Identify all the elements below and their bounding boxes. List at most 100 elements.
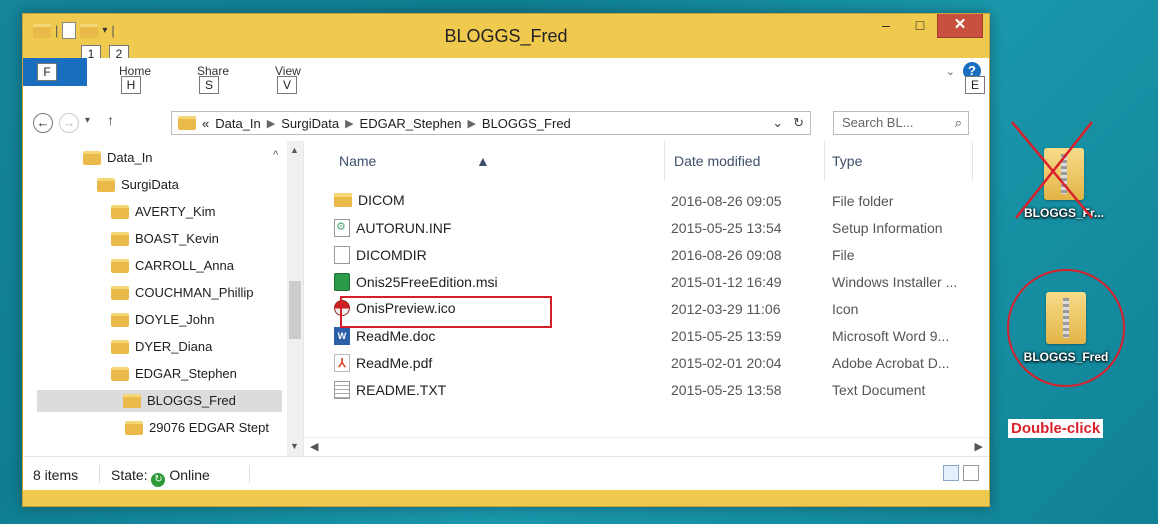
tab-home[interactable]: Home H [119, 64, 151, 94]
folder-icon [111, 340, 129, 354]
nav-scrollbar[interactable]: ▲ ▼ [287, 141, 303, 456]
status-bar: 8 items State: ↻ Online [23, 456, 989, 491]
back-button[interactable]: ← [33, 113, 53, 133]
scrollbar-thumb[interactable] [289, 281, 301, 339]
nav-tree-item-label: COUCHMAN_Phillip [135, 285, 254, 300]
nav-tree-item[interactable]: BLOGGS_Fred [37, 390, 282, 412]
column-header-type[interactable]: Type [832, 153, 862, 169]
sync-state: State: ↻ Online [111, 467, 210, 487]
file-date: 2015-05-25 13:58 [671, 382, 782, 398]
scroll-up-icon[interactable]: ▲ [290, 145, 299, 155]
tab-file[interactable]: F [23, 58, 87, 86]
nav-tree-item[interactable]: DOYLE_John [111, 309, 215, 331]
crumb-surgidata[interactable]: SurgiData [281, 116, 339, 131]
large-icons-view-icon[interactable] [963, 465, 979, 481]
nav-tree-item[interactable]: AVERTY_Kim [111, 201, 215, 223]
file-type: File folder [832, 193, 894, 209]
text-file-icon [334, 381, 350, 399]
file-name: README.TXT [356, 382, 447, 398]
file-date: 2015-05-25 13:54 [671, 220, 782, 236]
file-date: 2016-08-26 09:05 [671, 193, 782, 209]
file-name: ReadMe.pdf [356, 355, 433, 371]
navigation-pane: Data_In SurgiData AVERTY_Kim BOAST_Kevin CAR… [23, 141, 304, 456]
nav-tree-item[interactable]: SurgiData [97, 174, 179, 196]
forward-button[interactable]: → [59, 113, 79, 133]
nav-tree-item-label: 29076 EDGAR Stept [149, 420, 269, 435]
chevron-right-icon[interactable]: ▶ [267, 117, 275, 130]
folder-icon [111, 259, 129, 273]
nav-tree-item[interactable]: DYER_Diana [111, 336, 212, 358]
maximize-button[interactable]: □ [903, 14, 937, 38]
file-type: Setup Information [832, 220, 943, 236]
column-header-name[interactable]: Name [339, 153, 376, 169]
ribbon: F Home H Share S View V ⌄ ? E [23, 58, 989, 106]
folder-icon [111, 205, 129, 219]
up-button[interactable]: ↑ [107, 112, 114, 128]
double-click-annotation: Double-click [1008, 419, 1104, 438]
collapse-icon[interactable]: ^ [273, 149, 278, 161]
file-name: DICOM [358, 192, 405, 208]
folder-icon [125, 421, 143, 435]
file-name: DICOMDIR [356, 247, 427, 263]
file-name: ReadMe.doc [356, 328, 436, 344]
nav-tree-item[interactable]: BOAST_Kevin [111, 228, 219, 250]
file-row[interactable]: DICOM 2016-08-26 09:05 File folder [304, 188, 989, 215]
file-list: Name ▲ Date modified Type DICOM 2016-08-2… [304, 141, 989, 456]
state-value: Online [169, 467, 210, 483]
tab-view[interactable]: View V [275, 64, 301, 94]
search-placeholder: Search BL... [842, 115, 914, 130]
address-bar: ← → ▾ ↑ « Data_In ▶ SurgiData ▶ EDGAR_St… [23, 105, 989, 142]
crumb-data-in[interactable]: Data_In [215, 116, 261, 131]
recent-locations-icon[interactable]: ▾ [85, 115, 90, 126]
file-row[interactable]: ⅄ ReadMe.pdf 2015-02-01 20:04 Adobe Acrobat… [304, 350, 989, 377]
chevron-down-icon[interactable]: ⌄ [772, 115, 783, 131]
file-date: 2015-05-25 13:59 [671, 328, 782, 344]
refresh-icon[interactable]: ↻ [793, 115, 804, 131]
file-row[interactable]: AUTORUN.INF 2015-05-25 13:54 Setup Informa… [304, 215, 989, 242]
crumb-edgar-stephen[interactable]: EDGAR_Stephen [360, 116, 462, 131]
chevron-right-icon[interactable]: ▶ [345, 117, 353, 130]
keytip-file: F [37, 63, 57, 81]
nav-tree-item-label: SurgiData [121, 177, 179, 192]
state-label: State: [111, 467, 148, 483]
address-field[interactable]: « Data_In ▶ SurgiData ▶ EDGAR_Stephen ▶ … [171, 111, 811, 135]
file-row[interactable]: DICOMDIR 2016-08-26 09:08 File [304, 242, 989, 269]
nav-tree-item-label: EDGAR_Stephen [135, 366, 237, 381]
nav-tree-item[interactable]: 29076 EDGAR Stept [125, 417, 269, 439]
nav-tree-item-label: Data_In [107, 150, 153, 165]
expand-ribbon-icon[interactable]: ⌄ [946, 65, 955, 78]
details-view-icon[interactable] [943, 465, 959, 481]
close-button[interactable]: ✕ [937, 14, 983, 38]
file-type: Text Document [832, 382, 926, 398]
title-bar[interactable]: | ▾ | 1 2 BLOGGS_Fred – □ ✕ [23, 14, 989, 63]
crumb-bloggs-fred[interactable]: BLOGGS_Fred [482, 116, 571, 131]
scroll-right-icon[interactable]: ▶ [975, 440, 983, 453]
nav-tree-item[interactable]: COUCHMAN_Phillip [111, 282, 253, 304]
minimize-button[interactable]: – [869, 14, 903, 38]
file-row[interactable]: Onis25FreeEdition.msi 2015-01-12 16:49 Win… [304, 269, 989, 296]
nav-tree-item[interactable]: Data_In [83, 147, 153, 169]
folder-icon [111, 232, 129, 246]
sort-ascending-icon: ▲ [476, 153, 490, 169]
search-input[interactable]: Search BL... ⌕ [833, 111, 969, 135]
cross-out-mark [1011, 121, 1093, 219]
file-row[interactable]: README.TXT 2015-05-25 13:58 Text Document [304, 377, 989, 404]
nav-tree-item-label: BOAST_Kevin [135, 231, 219, 246]
nav-tree-item-label: CARROLL_Anna [135, 258, 234, 273]
scroll-down-icon[interactable]: ▼ [290, 441, 299, 451]
scroll-left-icon[interactable]: ◀ [310, 440, 318, 453]
chevron-right-icon[interactable]: ▶ [467, 117, 475, 130]
file-type: Adobe Acrobat D... [832, 355, 950, 371]
address-overflow[interactable]: « [202, 116, 209, 131]
folder-icon [111, 286, 129, 300]
horizontal-scrollbar[interactable]: ◀ ▶ [304, 437, 989, 456]
folder-icon [111, 367, 129, 381]
online-icon: ↻ [151, 473, 166, 487]
nav-tree-item[interactable]: EDGAR_Stephen [111, 363, 237, 385]
nav-tree-item[interactable]: CARROLL_Anna [111, 255, 234, 277]
folder-icon [111, 313, 129, 327]
tab-share[interactable]: Share S [197, 64, 229, 94]
column-header-date[interactable]: Date modified [674, 153, 760, 169]
nav-tree-item-label: DOYLE_John [135, 312, 215, 327]
search-icon[interactable]: ⌕ [955, 115, 962, 131]
